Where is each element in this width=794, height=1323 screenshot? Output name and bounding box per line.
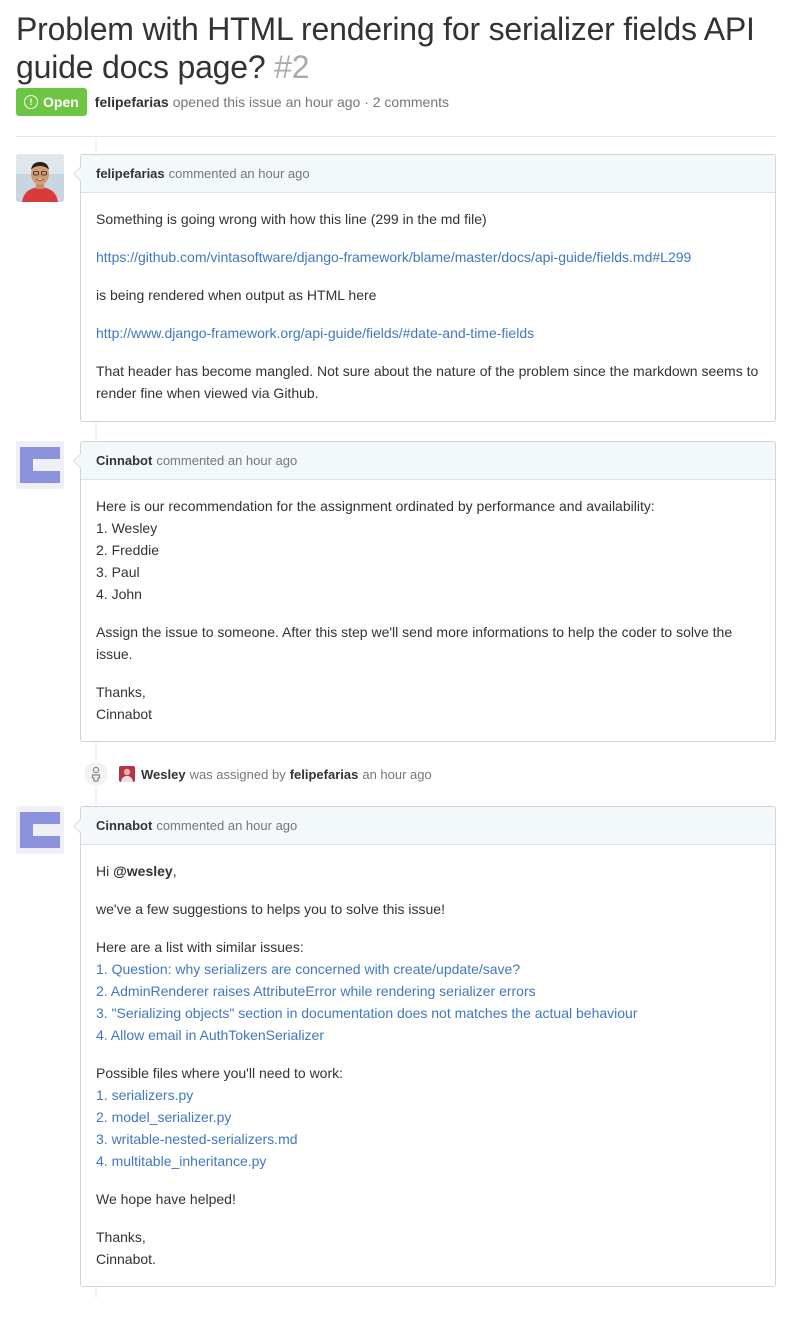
assignment-event: Wesley was assigned by felipefarias an h… <box>82 760 432 788</box>
event-text: was assigned by <box>189 766 286 782</box>
comment-paragraph: Here is our recommendation for the assig… <box>96 498 655 514</box>
comment-time[interactable]: commented an hour ago <box>156 818 297 833</box>
comment-paragraph: That header has become mangled. Not sure… <box>96 363 759 401</box>
comment-body: Hi @wesley, we've a few suggestions to h… <box>81 845 775 1284</box>
comment-header: felipefarias commented an hour ago <box>81 155 775 193</box>
issue-meta-text: opened this issue an hour ago · 2 commen… <box>172 94 449 110</box>
list-item: 2. Freddie <box>96 542 160 558</box>
similar-issue-link[interactable]: 3. "Serializing objects" section in docu… <box>96 1002 760 1024</box>
similar-issues-block: Here are a list with similar issues: 1. … <box>96 936 760 1046</box>
comment-paragraph: Possible files where you'll need to work… <box>96 1065 344 1081</box>
event-actor[interactable]: felipefarias <box>290 767 359 782</box>
comment-paragraph: is being rendered when output as HTML he… <box>96 287 377 303</box>
comment-2: Cinnabot commented an hour ago Here is o… <box>73 441 776 742</box>
greeting-comma: , <box>172 863 177 879</box>
comment-author[interactable]: felipefarias <box>96 166 165 181</box>
user-photo-icon <box>119 766 135 782</box>
list-item: 1. Wesley <box>96 520 158 536</box>
file-link[interactable]: 2. model_serializer.py <box>96 1106 760 1128</box>
comment-paragraph: Here are a list with similar issues: <box>96 939 304 955</box>
cinnabot-logo-icon <box>16 806 64 854</box>
files-block: Possible files where you'll need to work… <box>96 1062 760 1172</box>
similar-issue-link[interactable]: 2. AdminRenderer raises AttributeError w… <box>96 980 760 1002</box>
event-time[interactable]: an hour ago <box>362 767 431 782</box>
comment-author[interactable]: Cinnabot <box>96 453 152 468</box>
comment-signature: Cinnabot. <box>96 1251 156 1267</box>
comment-link[interactable]: http://www.django-framework.org/api-guid… <box>96 325 534 341</box>
avatar-wesley[interactable] <box>119 766 135 782</box>
list-item: 3. Paul <box>96 564 140 580</box>
similar-issue-link[interactable]: 1. Question: why serializers are concern… <box>96 958 760 980</box>
list-item: 4. John <box>96 586 142 602</box>
comment-thanks: Thanks, <box>96 684 146 700</box>
issue-opened-icon: ! <box>24 95 38 109</box>
file-link[interactable]: 3. writable-nested-serializers.md <box>96 1128 760 1150</box>
issue-author-link[interactable]: felipefarias <box>95 94 169 110</box>
status-badge: ! Open <box>16 88 87 116</box>
comment-paragraph: Something is going wrong with how this l… <box>96 211 487 227</box>
comment-thanks: Thanks, <box>96 1229 146 1245</box>
comment-body: Here is our recommendation for the assig… <box>81 480 775 739</box>
cinnabot-logo-icon <box>16 441 64 489</box>
user-mention[interactable]: @wesley <box>113 863 173 879</box>
status-badge-label: Open <box>43 94 79 110</box>
comment-link[interactable]: https://github.com/vintasoftware/django-… <box>96 249 691 265</box>
recommendation-block: Here is our recommendation for the assig… <box>96 495 760 605</box>
greeting-text: Hi <box>96 863 110 879</box>
issue-title-text: Problem with HTML rendering for serializ… <box>16 11 755 85</box>
avatar-cinnabot[interactable] <box>16 441 64 489</box>
avatar-felipefarias[interactable] <box>16 154 64 202</box>
issue-title: Problem with HTML rendering for serializ… <box>16 10 786 86</box>
user-photo-icon <box>16 154 64 202</box>
comment-header: Cinnabot commented an hour ago <box>81 807 775 845</box>
comment-paragraph: we've a few suggestions to helps you to … <box>96 901 445 917</box>
comment-paragraph: Assign the issue to someone. After this … <box>96 624 733 662</box>
person-icon <box>82 760 110 788</box>
event-assignee[interactable]: Wesley <box>141 767 186 782</box>
header-divider <box>16 136 776 137</box>
comment-body: Something is going wrong with how this l… <box>81 193 775 418</box>
issue-number: #2 <box>274 49 310 85</box>
avatar-cinnabot[interactable] <box>16 806 64 854</box>
comment-1: felipefarias commented an hour ago Somet… <box>73 154 776 422</box>
file-link[interactable]: 4. multitable_inheritance.py <box>96 1150 760 1172</box>
file-link[interactable]: 1. serializers.py <box>96 1084 760 1106</box>
comment-author[interactable]: Cinnabot <box>96 818 152 833</box>
issue-meta: ! Open felipefarias opened this issue an… <box>16 88 449 116</box>
similar-issue-link[interactable]: 4. Allow email in AuthTokenSerializer <box>96 1024 760 1046</box>
comment-time[interactable]: commented an hour ago <box>169 166 310 181</box>
greeting: Hi @wesley, <box>96 860 760 882</box>
comment-header: Cinnabot commented an hour ago <box>81 442 775 480</box>
comment-time[interactable]: commented an hour ago <box>156 453 297 468</box>
comment-paragraph: We hope have helped! <box>96 1191 236 1207</box>
comment-signature: Cinnabot <box>96 706 153 722</box>
comment-3: Cinnabot commented an hour ago Hi @wesle… <box>73 806 776 1287</box>
